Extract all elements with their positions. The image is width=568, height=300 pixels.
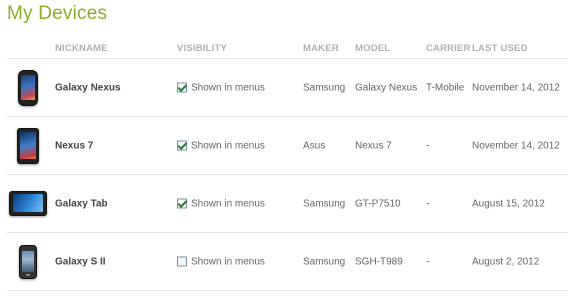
device-model: Nexus 7 <box>355 140 392 151</box>
device-row: Galaxy Nexus Shown in menus Samsung Gala… <box>7 59 568 117</box>
shown-in-menus-checkbox[interactable] <box>177 140 187 151</box>
device-last-used: August 2, 2012 <box>472 256 540 267</box>
device-model: Galaxy Nexus <box>355 82 418 93</box>
column-header-last-used: LAST USED <box>472 43 528 54</box>
column-header-model: MODEL <box>355 43 391 54</box>
visibility-toggle[interactable]: Shown in menus <box>177 140 265 151</box>
visibility-label[interactable]: Shown in menus <box>191 198 265 209</box>
device-row: Galaxy S II Shown in menus Samsung SGH-T… <box>7 233 568 291</box>
device-carrier: - <box>426 256 430 267</box>
device-image <box>7 183 49 225</box>
device-last-used: August 15, 2012 <box>472 198 545 209</box>
device-carrier: - <box>426 198 430 209</box>
device-carrier: - <box>426 140 430 151</box>
device-model: SGH-T989 <box>355 256 403 267</box>
device-nickname: Nexus 7 <box>55 140 94 151</box>
shown-in-menus-checkbox[interactable] <box>177 198 187 209</box>
visibility-toggle[interactable]: Shown in menus <box>177 198 265 209</box>
device-maker: Samsung <box>303 198 346 209</box>
device-nickname: Galaxy Nexus <box>55 82 121 93</box>
column-header-visibility: VISIBILITY <box>177 43 228 54</box>
shown-in-menus-checkbox[interactable] <box>177 82 187 93</box>
device-last-used: November 14, 2012 <box>472 140 560 151</box>
device-last-used: November 14, 2012 <box>472 82 560 93</box>
column-header-maker: MAKER <box>303 43 339 54</box>
device-maker: Samsung <box>303 256 346 267</box>
galaxy-tab-tablet-icon <box>9 191 47 216</box>
column-header-carrier: CARRIER <box>426 43 471 54</box>
device-image <box>7 241 49 283</box>
device-image <box>7 125 49 167</box>
galaxy-s2-phone-icon <box>19 244 37 279</box>
device-maker: Asus <box>303 140 326 151</box>
device-row: Nexus 7 Shown in menus Asus Nexus 7 - No… <box>7 117 568 175</box>
nexus-7-tablet-icon <box>17 127 39 164</box>
page-title: My Devices <box>7 3 108 24</box>
device-model: GT-P7510 <box>355 198 401 209</box>
visibility-label[interactable]: Shown in menus <box>191 256 265 267</box>
device-nickname: Galaxy Tab <box>55 198 108 209</box>
visibility-label[interactable]: Shown in menus <box>191 140 265 151</box>
shown-in-menus-checkbox[interactable] <box>177 256 187 267</box>
table-header: NICKNAME VISIBILITY MAKER MODEL CARRIER … <box>7 37 568 59</box>
device-row: Galaxy Tab Shown in menus Samsung GT-P75… <box>7 175 568 233</box>
visibility-label[interactable]: Shown in menus <box>191 82 265 93</box>
visibility-toggle[interactable]: Shown in menus <box>177 82 265 93</box>
device-nickname: Galaxy S II <box>55 256 106 267</box>
device-image <box>7 67 49 109</box>
devices-table: NICKNAME VISIBILITY MAKER MODEL CARRIER … <box>7 37 568 291</box>
device-maker: Samsung <box>303 82 346 93</box>
galaxy-nexus-phone-icon <box>18 69 38 106</box>
device-carrier: T-Mobile <box>426 82 465 93</box>
visibility-toggle[interactable]: Shown in menus <box>177 256 265 267</box>
column-header-nickname: NICKNAME <box>55 43 108 54</box>
